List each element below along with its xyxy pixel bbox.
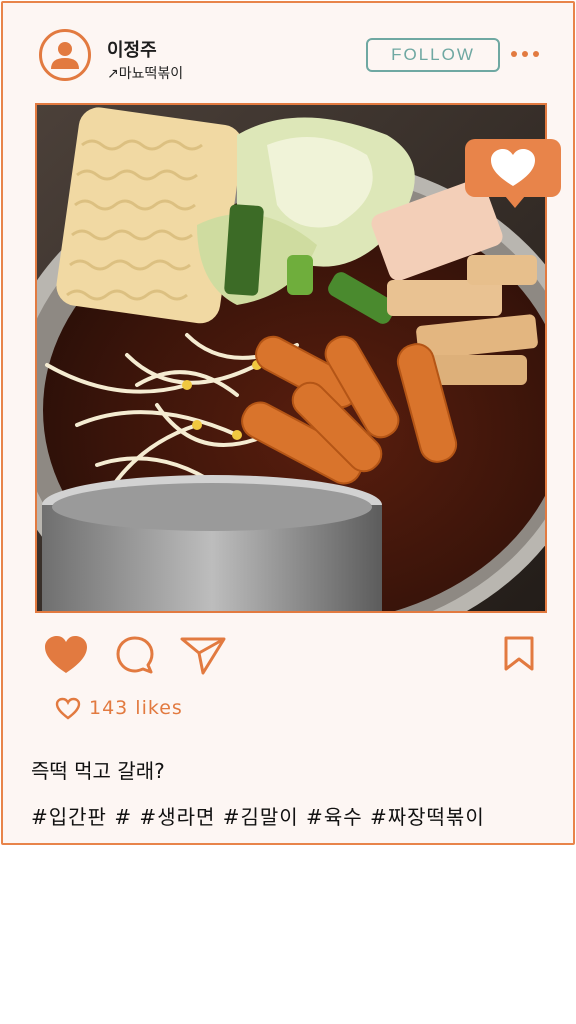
post-card: 이정주 ↗마뇨떡볶이 FOLLOW 143 likes 즉떡 먹고 갈래? #입…: [1, 1, 575, 845]
bookmark-icon[interactable]: [503, 635, 535, 673]
hashtags[interactable]: #입간판 # #생라면 #김말이 #육수 #짜장떡볶이: [31, 801, 485, 830]
username[interactable]: 이정주: [107, 36, 157, 62]
post-caption: 즉떡 먹고 갈래?: [31, 759, 165, 783]
comment-icon[interactable]: [115, 635, 157, 675]
location-link[interactable]: ↗마뇨떡볶이: [107, 63, 183, 83]
heart-outline-icon: [55, 697, 81, 720]
likes-text: 143 likes: [89, 697, 183, 719]
more-options-icon[interactable]: [511, 47, 541, 61]
heart-badge-icon: [465, 139, 561, 208]
user-icon: [51, 42, 79, 69]
follow-button[interactable]: FOLLOW: [366, 38, 500, 72]
heart-filled-icon[interactable]: [43, 635, 89, 675]
send-icon[interactable]: [179, 635, 227, 677]
avatar[interactable]: [39, 29, 91, 81]
